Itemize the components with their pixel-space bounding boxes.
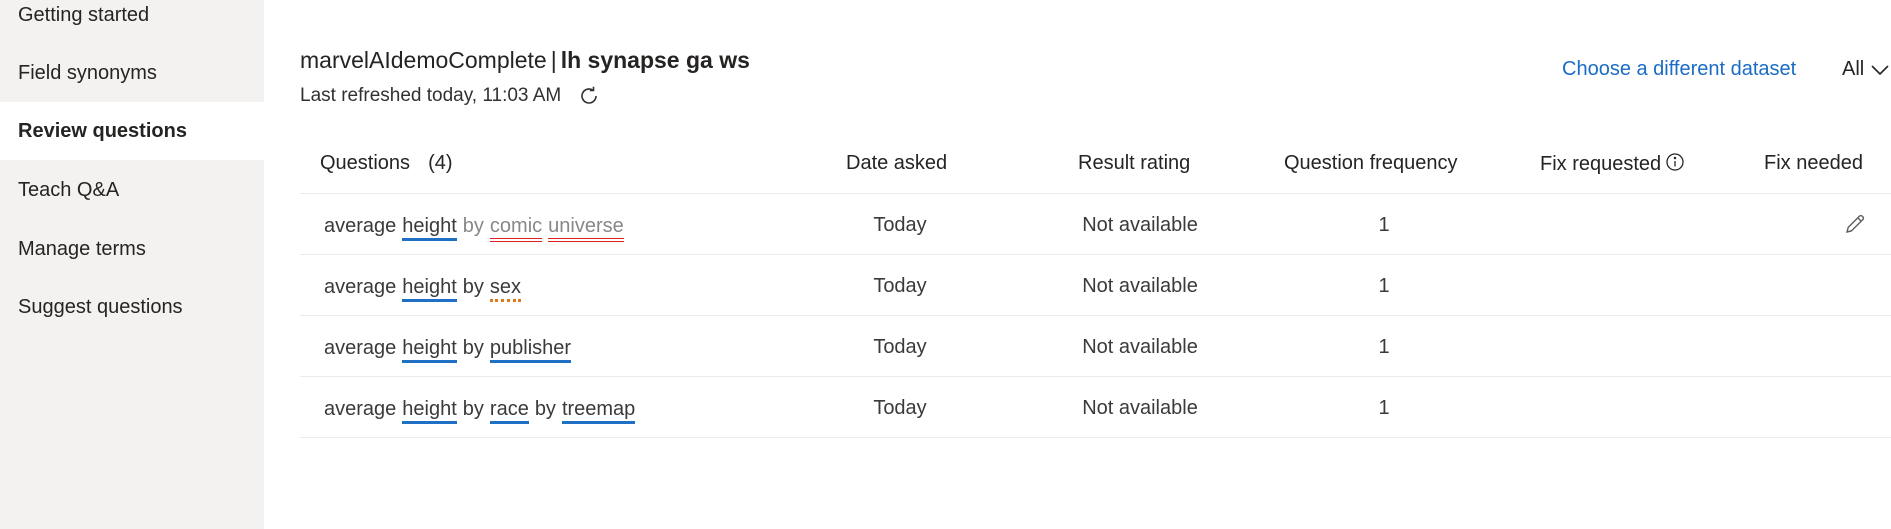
title-separator: | xyxy=(550,47,557,73)
question-frequency: 1 xyxy=(1378,275,1390,297)
question-word-unrecognized: universe xyxy=(548,214,624,242)
table-row[interactable]: average height by comic universe Today Not ava… xyxy=(300,194,1891,255)
workspace-name: lh synapse ga ws xyxy=(560,47,750,73)
question-frequency: 1 xyxy=(1378,397,1390,419)
result-rating: Not available xyxy=(1082,336,1198,358)
sidebar-item-label: Field synonyms xyxy=(18,61,157,84)
table-row[interactable]: average height by sex Today Not available 1 xyxy=(300,255,1891,316)
sidebar-item-label: Review questions xyxy=(18,119,187,142)
question-word-plain: by xyxy=(462,337,484,359)
main-panel: marvelAIdemoComplete | lh synapse ga ws La… xyxy=(264,0,1891,529)
sidebar-item-suggest-questions[interactable]: Suggest questions xyxy=(0,278,264,336)
question-word-plain: average xyxy=(324,215,397,237)
choose-dataset-link[interactable]: Choose a different dataset xyxy=(1562,58,1796,81)
questions-table: Questions (4) Date asked Result rating Qu… xyxy=(300,136,1891,438)
sidebar-item-label: Teach Q&A xyxy=(18,178,120,201)
table-header: Questions (4) Date asked Result rating Qu… xyxy=(300,136,1891,194)
result-rating: Not available xyxy=(1082,397,1198,419)
question-word-unrecognized: comic xyxy=(489,214,543,242)
question-word-recognized: race xyxy=(489,397,529,424)
sidebar-item-review-questions[interactable]: Review questions xyxy=(0,102,264,160)
question-word-recognized: height xyxy=(402,275,457,302)
question-text[interactable]: average height by race by treemap xyxy=(324,397,636,424)
question-word-uncertain: sex xyxy=(489,275,522,302)
sidebar: Getting started Field synonyms Review qu… xyxy=(0,0,264,529)
column-header-questions[interactable]: Questions (4) xyxy=(320,152,453,175)
question-word-plain: by xyxy=(534,398,556,420)
sidebar-item-manage-terms[interactable]: Manage terms xyxy=(0,220,264,278)
dataset-name: marvelAIdemoComplete xyxy=(300,47,547,73)
sidebar-item-label: Suggest questions xyxy=(18,295,183,318)
question-word-recognized: publisher xyxy=(489,336,572,363)
table-row[interactable]: average height by race by treemap Today Not ava… xyxy=(300,377,1891,438)
result-rating: Not available xyxy=(1082,214,1198,236)
question-frequency: 1 xyxy=(1378,214,1390,236)
column-header-fix-requested[interactable]: Fix requested xyxy=(1540,152,1685,176)
question-frequency: 1 xyxy=(1378,336,1390,358)
column-label: Fix requested xyxy=(1540,153,1662,175)
question-text[interactable]: average height by sex xyxy=(324,275,522,302)
table-row[interactable]: average height by publisher Today Not availab… xyxy=(300,316,1891,377)
filter-dropdown[interactable]: All xyxy=(1842,58,1890,81)
info-icon[interactable] xyxy=(1665,152,1685,172)
sidebar-item-label: Manage terms xyxy=(18,237,146,260)
question-word-plain: average xyxy=(324,398,397,420)
page-title: marvelAIdemoComplete | lh synapse ga ws xyxy=(300,47,750,74)
date-asked: Today xyxy=(873,214,927,236)
column-header-fix-needed[interactable]: Fix needed xyxy=(1764,152,1863,175)
last-refreshed: Last refreshed today, 11:03 AM xyxy=(300,84,601,108)
date-asked: Today xyxy=(873,275,927,297)
question-word-plain: average xyxy=(324,276,397,298)
last-refreshed-text: Last refreshed today, 11:03 AM xyxy=(300,85,562,106)
question-word-plain: average xyxy=(324,337,397,359)
column-header-question-frequency[interactable]: Question frequency xyxy=(1284,152,1457,175)
sidebar-item-field-synonyms[interactable]: Field synonyms xyxy=(0,44,264,102)
question-word-plain: by xyxy=(462,398,484,420)
chevron-down-icon xyxy=(1871,64,1889,75)
question-text[interactable]: average height by comic universe xyxy=(324,214,624,242)
filter-value: All xyxy=(1842,58,1865,80)
refresh-icon[interactable] xyxy=(577,84,601,108)
column-header-result-rating[interactable]: Result rating xyxy=(1078,152,1190,175)
question-word-unknown-plain: by xyxy=(462,215,484,237)
sidebar-item-teach-qa[interactable]: Teach Q&A xyxy=(0,161,264,219)
question-word-recognized: height xyxy=(402,214,457,241)
question-word-plain: by xyxy=(462,276,484,298)
question-word-recognized: height xyxy=(402,397,457,424)
question-text[interactable]: average height by publisher xyxy=(324,336,572,363)
pencil-icon[interactable] xyxy=(1843,212,1867,236)
question-word-recognized: height xyxy=(402,336,457,363)
column-label: Questions xyxy=(320,152,411,174)
sidebar-item-label: Getting started xyxy=(18,3,150,26)
column-header-date-asked[interactable]: Date asked xyxy=(846,152,947,175)
date-asked: Today xyxy=(873,397,927,419)
date-asked: Today xyxy=(873,336,927,358)
result-rating: Not available xyxy=(1082,275,1198,297)
questions-count: (4) xyxy=(428,152,453,174)
sidebar-item-getting-started[interactable]: Getting started xyxy=(0,0,264,44)
question-word-recognized: treemap xyxy=(561,397,636,424)
